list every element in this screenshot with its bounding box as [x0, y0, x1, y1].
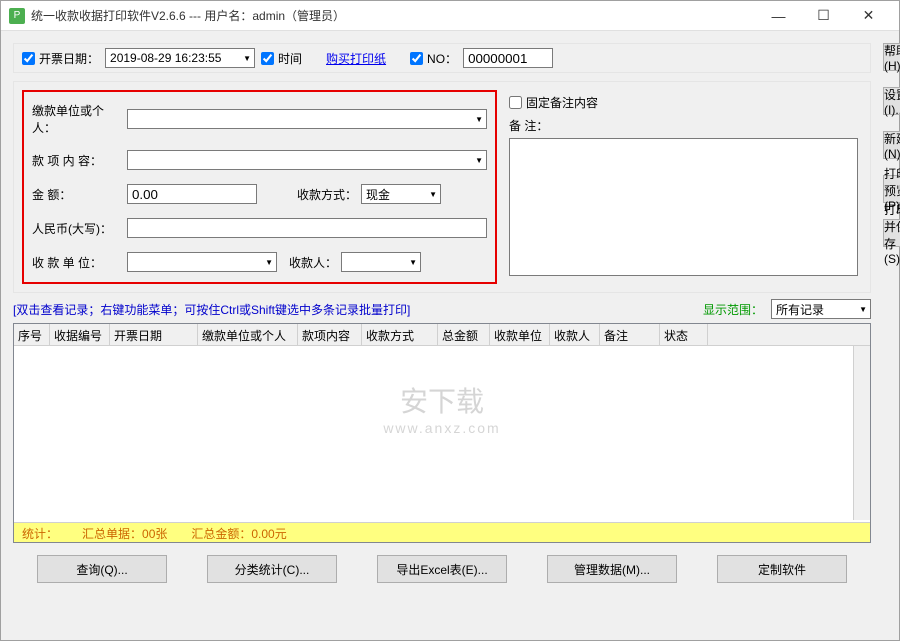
- watermark-sub: www.anxz.com: [383, 420, 500, 436]
- hint-row: [双击查看记录；右键功能菜单；可按住Ctrl或Shift键选中多条记录批量打印]…: [13, 299, 871, 319]
- window-title: 统一收款收据打印软件V2.6.6 --- 用户名：admin（管理员）: [31, 7, 756, 24]
- column-header[interactable]: 收据编号: [50, 324, 110, 345]
- payer-label: 缴款单位或个人：: [32, 102, 127, 136]
- titlebar: P 统一收款收据打印软件V2.6.6 --- 用户名：admin（管理员） — …: [1, 1, 899, 31]
- records-table: 序号收据编号开票日期缴款单位或个人款项内容收款方式总金额收款单位收款人备注状态 …: [13, 323, 871, 543]
- time-checkbox-label[interactable]: 时间: [261, 50, 302, 67]
- pay-method-value: 现金: [366, 186, 390, 203]
- custom-software-button[interactable]: 定制软件: [717, 555, 847, 583]
- date-value: 2019-08-29 16:23:55: [110, 51, 221, 65]
- column-header[interactable]: 总金额: [438, 324, 490, 345]
- time-checkbox[interactable]: [261, 52, 274, 65]
- category-stats-button[interactable]: 分类统计(C)...: [207, 555, 337, 583]
- window-controls: — ☐ ✕: [756, 2, 891, 30]
- column-header[interactable]: 开票日期: [110, 324, 198, 345]
- form-main: 缴款单位或个人： 款 项 内 容： 金 额： 收款方式： 现: [22, 90, 497, 284]
- date-checkbox-label[interactable]: 开票日期：: [22, 50, 99, 67]
- column-header[interactable]: 状态: [660, 324, 708, 345]
- date-checkbox[interactable]: [22, 52, 35, 65]
- fixed-remark-checkbox[interactable]: [509, 96, 522, 109]
- payee-label: 收款人：: [289, 254, 337, 271]
- fixed-remark-checkbox-label[interactable]: 固定备注内容: [509, 94, 858, 111]
- top-options-row: 开票日期： 2019-08-29 16:23:55 时间 购买打印纸 NO：: [13, 43, 871, 73]
- side-column: 帮助(H)... 设置(I)... 新建(N) 打印预览(P)... 打印并保存…: [883, 43, 900, 595]
- watermark: 安下载 www.anxz.com: [383, 380, 500, 436]
- buy-paper-link[interactable]: 购买打印纸: [326, 50, 386, 67]
- no-checkbox[interactable]: [410, 52, 423, 65]
- maximize-button[interactable]: ☐: [801, 2, 846, 30]
- column-header[interactable]: 缴款单位或个人: [198, 324, 298, 345]
- no-label: NO：: [427, 50, 457, 67]
- app-icon: P: [9, 8, 25, 24]
- pay-method-dropdown[interactable]: 现金: [361, 184, 441, 204]
- column-header[interactable]: 收款人: [550, 324, 600, 345]
- rmb-label: 人民币(大写)：: [32, 220, 127, 237]
- vertical-scrollbar[interactable]: [853, 346, 870, 520]
- print-preview-button[interactable]: 打印预览(P)...: [883, 175, 900, 203]
- watermark-main: 安下载: [400, 380, 484, 420]
- stats-count: 汇总单据：00张: [82, 525, 167, 542]
- form-remark: 固定备注内容 备 注：: [505, 90, 862, 284]
- stats-row: 统计： 汇总单据：00张 汇总金额：0.00元: [14, 522, 870, 543]
- column-header[interactable]: 收款方式: [362, 324, 438, 345]
- settings-button[interactable]: 设置(I)...: [883, 87, 900, 115]
- content-area: 开票日期： 2019-08-29 16:23:55 时间 购买打印纸 NO：: [1, 31, 899, 607]
- column-header[interactable]: 备注: [600, 324, 660, 345]
- amount-input[interactable]: [127, 184, 257, 204]
- close-button[interactable]: ✕: [846, 2, 891, 30]
- payee-unit-dropdown[interactable]: [127, 252, 277, 272]
- table-body[interactable]: 安下载 www.anxz.com: [14, 346, 870, 522]
- rmb-input[interactable]: [127, 218, 487, 238]
- date-label: 开票日期：: [39, 50, 99, 67]
- column-header[interactable]: 款项内容: [298, 324, 362, 345]
- stats-label: 统计：: [22, 525, 58, 542]
- remark-label: 备 注：: [509, 117, 858, 134]
- pay-method-label: 收款方式：: [297, 186, 357, 203]
- bottom-buttons: 查询(Q)... 分类统计(C)... 导出Excel表(E)... 管理数据(…: [13, 543, 871, 595]
- date-dropdown[interactable]: 2019-08-29 16:23:55: [105, 48, 255, 68]
- scope-dropdown[interactable]: 所有记录: [771, 299, 871, 319]
- content-dropdown[interactable]: [127, 150, 487, 170]
- time-label: 时间: [278, 50, 302, 67]
- no-checkbox-label[interactable]: NO：: [410, 50, 457, 67]
- scope-value: 所有记录: [776, 301, 824, 318]
- content-label: 款 项 内 容：: [32, 152, 127, 169]
- main-column: 开票日期： 2019-08-29 16:23:55 时间 购买打印纸 NO：: [13, 43, 871, 595]
- no-input[interactable]: [463, 48, 553, 68]
- amount-label: 金 额：: [32, 186, 127, 203]
- export-excel-button[interactable]: 导出Excel表(E)...: [377, 555, 507, 583]
- minimize-button[interactable]: —: [756, 2, 801, 30]
- form-area: 缴款单位或个人： 款 项 内 容： 金 额： 收款方式： 现: [13, 81, 871, 293]
- manage-data-button[interactable]: 管理数据(M)...: [547, 555, 677, 583]
- remark-textarea[interactable]: [509, 138, 858, 276]
- stats-total: 汇总金额：0.00元: [191, 525, 286, 542]
- hint-text: [双击查看记录；右键功能菜单；可按住Ctrl或Shift键选中多条记录批量打印]: [13, 301, 410, 318]
- payee-dropdown[interactable]: [341, 252, 421, 272]
- main-window: P 统一收款收据打印软件V2.6.6 --- 用户名：admin（管理员） — …: [0, 0, 900, 641]
- payee-unit-label: 收 款 单 位：: [32, 254, 127, 271]
- column-header[interactable]: 收款单位: [490, 324, 550, 345]
- table-header: 序号收据编号开票日期缴款单位或个人款项内容收款方式总金额收款单位收款人备注状态: [14, 324, 870, 346]
- help-button[interactable]: 帮助(H)...: [883, 43, 900, 71]
- print-save-button[interactable]: 打印并保存(S): [883, 219, 900, 247]
- column-header[interactable]: 序号: [14, 324, 50, 345]
- new-button[interactable]: 新建(N): [883, 131, 900, 159]
- query-button[interactable]: 查询(Q)...: [37, 555, 167, 583]
- scope-label: 显示范围：: [703, 301, 763, 318]
- fixed-remark-label: 固定备注内容: [526, 94, 598, 111]
- payer-dropdown[interactable]: [127, 109, 487, 129]
